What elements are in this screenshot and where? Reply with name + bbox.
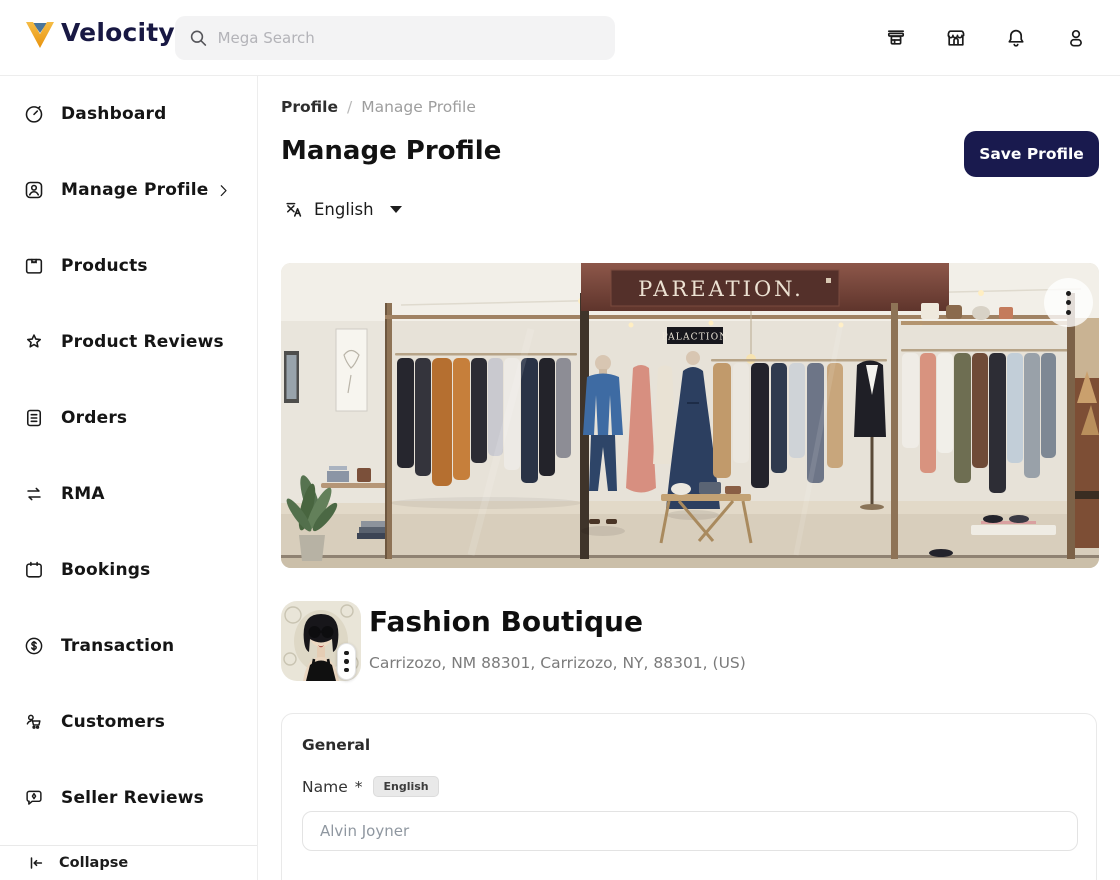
sidebar-item-label: Orders — [61, 408, 127, 428]
required-mark: * — [355, 778, 363, 796]
banner-sign-primary: PAREATION. — [638, 277, 804, 301]
sidebar-item-label: RMA — [61, 484, 105, 504]
dollar-circle-icon — [23, 635, 45, 657]
page-title: Manage Profile — [281, 136, 501, 166]
banner-options-button[interactable] — [1044, 278, 1093, 327]
swap-arrows-icon — [23, 483, 45, 505]
user-card-icon — [23, 179, 45, 201]
language-selector[interactable]: English — [283, 198, 402, 220]
breadcrumb-current: Manage Profile — [361, 98, 476, 116]
document-icon — [23, 407, 45, 429]
breadcrumb: Profile / Manage Profile — [281, 98, 476, 116]
sidebar-item-transaction[interactable]: Transaction — [0, 608, 257, 684]
sidebar-item-product-reviews[interactable]: Product Reviews — [0, 304, 257, 380]
brand-logo[interactable]: Velocity — [22, 14, 175, 50]
breadcrumb-separator: / — [347, 98, 352, 116]
sidebar-item-label: Products — [61, 256, 148, 276]
name-input[interactable] — [302, 811, 1078, 851]
sidebar-item-manage-profile[interactable]: Manage Profile — [0, 152, 257, 228]
notification-bell-icon[interactable] — [1004, 26, 1028, 50]
star-icon — [23, 331, 45, 353]
store-address: Carrizozo, NM 88301, Carrizozo, NY, 8830… — [369, 654, 746, 672]
search-box[interactable] — [175, 16, 615, 60]
storefront-icon[interactable] — [944, 26, 968, 50]
sidebar-item-label: Dashboard — [61, 104, 166, 124]
review-bubble-icon — [23, 787, 45, 809]
sidebar: Dashboard Manage Profile Products — [0, 76, 258, 880]
app-root: Velocity — [0, 0, 1120, 880]
collapse-icon — [27, 854, 45, 872]
sidebar-item-bookings[interactable]: Bookings — [0, 532, 257, 608]
topbar: Velocity — [0, 0, 1120, 76]
collapse-label: Collapse — [59, 855, 128, 871]
sidebar-item-dashboard[interactable]: Dashboard — [0, 76, 257, 152]
sidebar-item-seller-reviews[interactable]: Seller Reviews — [0, 760, 257, 836]
sidebar-item-customers[interactable]: Customers — [0, 684, 257, 760]
package-icon — [23, 255, 45, 277]
breadcrumb-profile-link[interactable]: Profile — [281, 98, 338, 116]
sidebar-item-rma[interactable]: RMA — [0, 456, 257, 532]
calendar-icon — [23, 559, 45, 581]
pos-counter-icon[interactable] — [884, 26, 908, 50]
store-avatar — [281, 601, 361, 681]
search-input[interactable] — [218, 29, 601, 47]
topbar-icons — [884, 26, 1088, 50]
banner-sign-secondary: PALACTION — [662, 333, 729, 343]
sidebar-item-label: Manage Profile — [61, 180, 208, 200]
kebab-menu-icon — [344, 651, 349, 656]
sidebar-nav: Dashboard Manage Profile Products — [0, 76, 257, 836]
user-icon[interactable] — [1064, 26, 1088, 50]
save-profile-button[interactable]: Save Profile — [964, 131, 1099, 177]
language-selected: English — [314, 200, 374, 219]
sidebar-item-label: Bookings — [61, 560, 150, 580]
general-section-card: General Name * English — [281, 713, 1097, 880]
brand-name: Velocity — [61, 18, 175, 47]
sidebar-collapse-button[interactable]: Collapse — [0, 845, 257, 880]
sidebar-item-label: Transaction — [61, 636, 174, 656]
sidebar-item-label: Seller Reviews — [61, 788, 204, 808]
boutique-scene: PAREATION. PALACTION — [281, 263, 1099, 568]
chevron-right-icon — [216, 183, 231, 198]
sidebar-item-products[interactable]: Products — [0, 228, 257, 304]
main-content: Profile / Manage Profile Manage Profile … — [258, 76, 1120, 880]
sidebar-item-label: Product Reviews — [61, 332, 224, 352]
customer-cart-icon — [23, 711, 45, 733]
name-label: Name — [302, 778, 348, 796]
velocity-logo-icon — [22, 14, 58, 50]
sidebar-item-label: Customers — [61, 712, 165, 732]
translate-icon — [283, 198, 305, 220]
chevron-down-icon — [390, 206, 402, 213]
name-field-label-row: Name * English — [302, 776, 439, 797]
gauge-icon — [23, 103, 45, 125]
search-icon — [189, 28, 208, 48]
store-banner-image: PAREATION. PALACTION — [281, 263, 1099, 568]
kebab-menu-icon — [1066, 291, 1071, 296]
name-language-badge: English — [373, 776, 438, 797]
avatar-options-button[interactable] — [337, 643, 356, 680]
sidebar-item-orders[interactable]: Orders — [0, 380, 257, 456]
section-title: General — [302, 736, 370, 754]
store-name: Fashion Boutique — [369, 605, 643, 638]
